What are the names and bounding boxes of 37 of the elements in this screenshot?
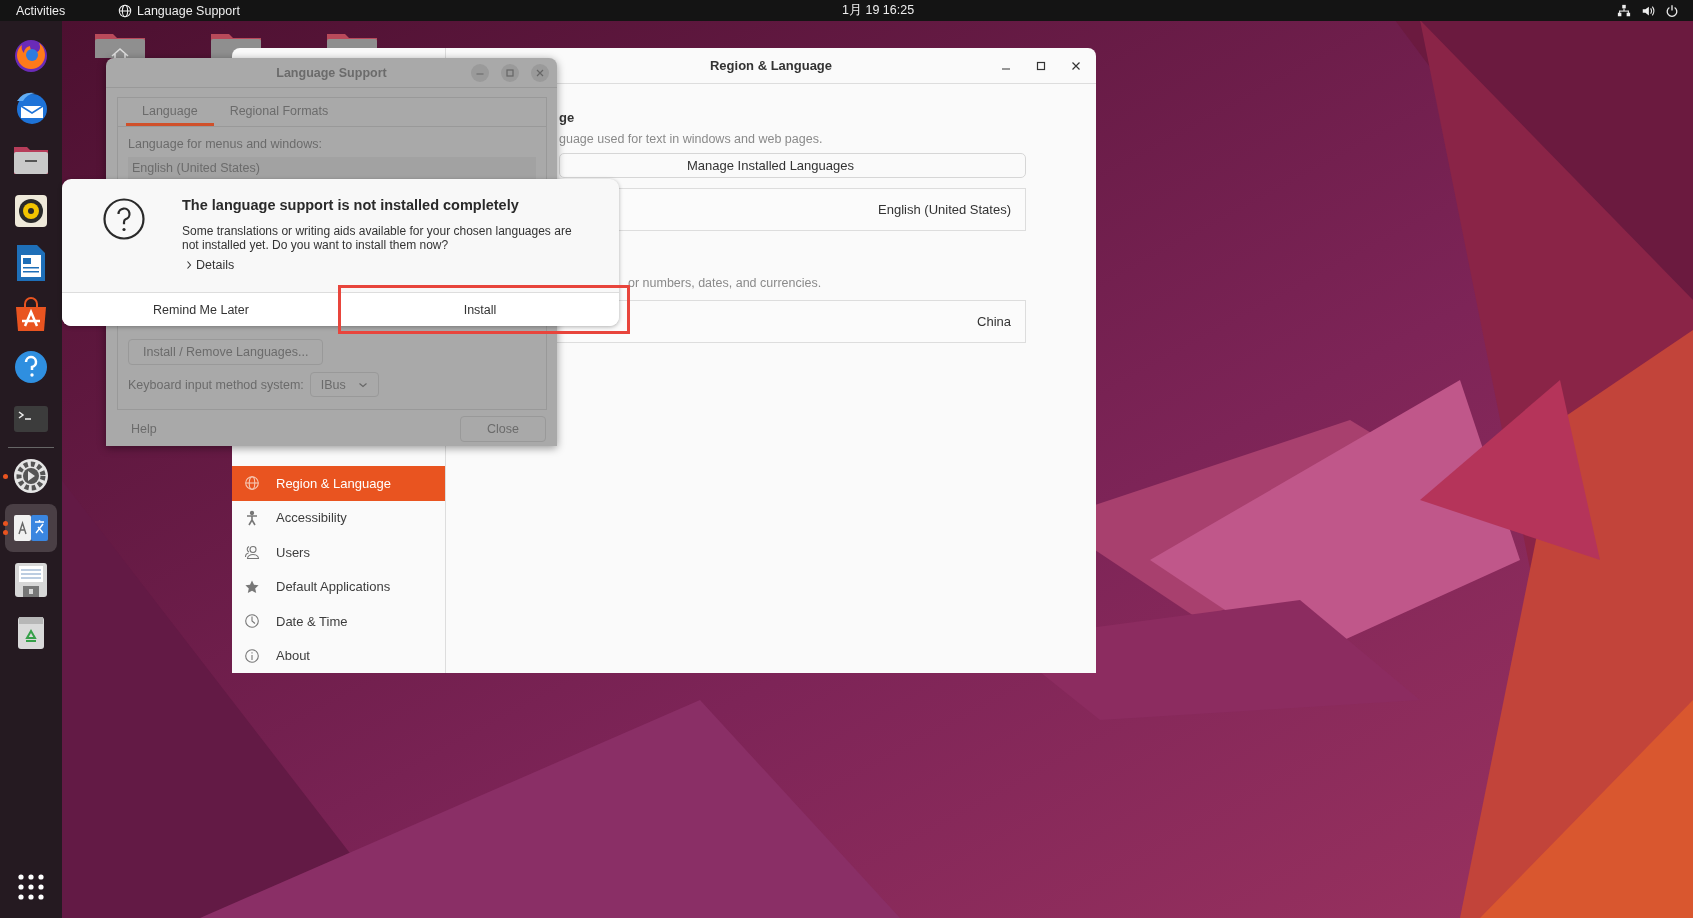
section-description: guage used for text in windows and web pages. <box>559 132 824 146</box>
section-description: or numbers, dates, and currencies. <box>628 276 822 290</box>
sidebar-item[interactable]: Users <box>232 535 445 570</box>
app-menu[interactable]: Language Support <box>137 3 240 18</box>
window-title: Language Support <box>276 65 387 80</box>
users-icon <box>244 544 260 561</box>
globe-icon <box>244 475 260 492</box>
running-indicator <box>3 473 8 479</box>
language-app-icon[interactable] <box>5 504 57 552</box>
manage-languages-button[interactable]: Manage Installed Languages <box>559 153 1026 178</box>
maximize-icon[interactable] <box>1035 59 1047 72</box>
window-title: Region & Language <box>709 58 833 73</box>
dialog-button[interactable]: Remind Me Later <box>62 293 341 326</box>
sidebar-item[interactable]: Region & Language <box>232 466 445 501</box>
chevron-right-icon <box>184 260 194 270</box>
sidebar-item[interactable]: About <box>232 638 445 673</box>
network-icon[interactable] <box>1617 3 1631 18</box>
row-value: China <box>977 314 1011 329</box>
sidebar-item[interactable]: Accessibility <box>232 500 445 535</box>
sidebar-item[interactable]: Date & Time <box>232 604 445 639</box>
info-icon <box>244 647 260 664</box>
power-icon[interactable] <box>1665 3 1679 18</box>
row-value: English (United States) <box>878 202 1011 217</box>
activities-button[interactable]: Activities <box>16 3 104 18</box>
dialog-button[interactable]: Install <box>341 293 619 326</box>
details-expander[interactable]: Details <box>184 258 577 272</box>
close-icon[interactable] <box>1070 59 1082 72</box>
clock-icon <box>244 613 260 630</box>
globe-icon <box>118 3 132 18</box>
field-label: Language for menus and windows: <box>128 137 323 151</box>
sidebar-item[interactable]: Default Applications <box>232 569 445 604</box>
field-label: Keyboard input method system: <box>128 377 304 392</box>
app-grid-icon[interactable] <box>18 874 44 900</box>
section-heading: ge <box>559 110 576 125</box>
person-icon <box>244 509 260 526</box>
question-icon <box>102 197 146 241</box>
clock[interactable]: 1月 19 16:25 <box>842 2 915 19</box>
